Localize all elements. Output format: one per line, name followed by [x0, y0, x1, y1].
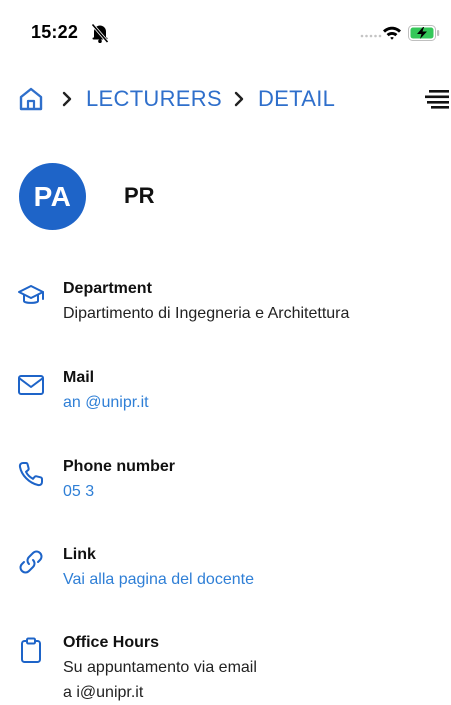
cellular-signal-icon	[360, 34, 382, 38]
lecturer-page-link[interactable]: Vai alla pagina del docente	[63, 571, 254, 589]
hamburger-menu-icon[interactable]	[425, 87, 449, 109]
bell-slash-icon	[91, 23, 109, 44]
wifi-icon	[383, 26, 401, 40]
status-bar: 15:22	[0, 0, 451, 60]
phone-icon	[18, 462, 43, 487]
office-hours-email: a i@unipr.it	[63, 684, 144, 701]
department-title: Department	[63, 280, 152, 297]
chevron-right-icon	[234, 91, 244, 107]
phone-link[interactable]: 05 3	[63, 483, 94, 501]
mail-title: Mail	[63, 369, 95, 386]
breadcrumb-item-lecturers[interactable]: LECTURERS	[86, 86, 222, 112]
breadcrumb: LECTURERS DETAIL	[18, 84, 335, 114]
battery-charging-icon	[408, 25, 440, 41]
status-time: 15:22	[31, 22, 79, 42]
link-title: Link	[63, 546, 96, 563]
mail-icon	[18, 375, 44, 395]
graduation-cap-icon	[18, 285, 44, 304]
avatar: PA	[19, 163, 86, 230]
mail-link[interactable]: an @unipr.it	[63, 394, 149, 412]
clipboard-icon	[21, 637, 41, 663]
link-icon	[19, 550, 43, 574]
lecturer-name: PR	[124, 183, 155, 208]
office-hours-title: Office Hours	[63, 634, 160, 651]
breadcrumb-item-detail: DETAIL	[257, 86, 336, 111]
home-icon[interactable]	[18, 86, 44, 112]
chevron-right-icon	[62, 91, 72, 107]
department-value: Dipartimento di Ingegneria e Architettur…	[63, 305, 350, 322]
office-hours-value: Su appuntamento via email	[63, 659, 257, 676]
phone-title: Phone number	[63, 458, 176, 475]
